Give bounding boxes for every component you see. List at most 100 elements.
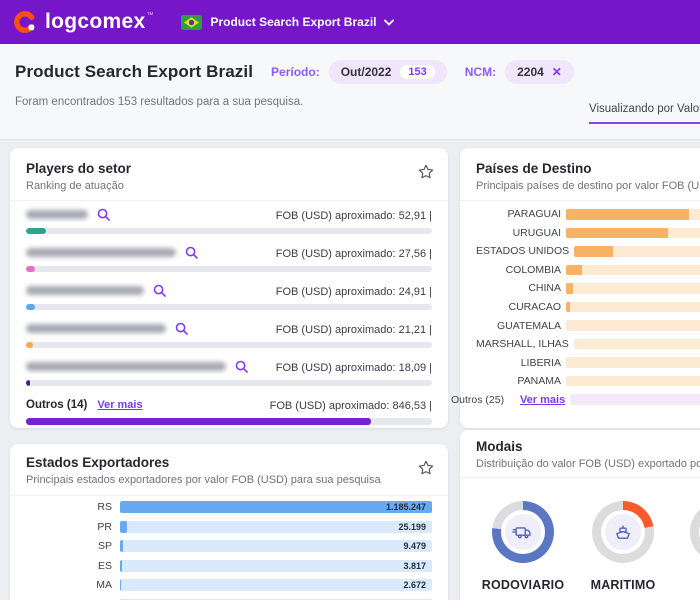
country-bar [574, 246, 700, 257]
state-value: 3.817 [403, 560, 426, 572]
player-row: FOB (USD) aproximado: 52,91| [26, 206, 432, 234]
country-label: URUGUAI [476, 227, 566, 239]
player-bar [26, 304, 432, 310]
state-row: MA2.672 [26, 579, 432, 591]
player-fob-value: FOB (USD) aproximado: 24,91 [276, 286, 426, 298]
country-label: LIBERIA [476, 357, 566, 369]
state-row: ES 3.817 [26, 560, 432, 572]
ver-mais-link[interactable]: Ver mais [97, 399, 142, 411]
country-bar [566, 209, 700, 220]
screen: logcomex ™ Product Search Export Brazil … [0, 0, 700, 600]
page-title: Product Search Export Brazil [15, 62, 253, 82]
country-row: CHINA [476, 279, 700, 298]
country-label: ESTADOS UNIDOS [476, 245, 574, 257]
player-fob-value: FOB (USD) aproximado: 27,56 [276, 248, 426, 260]
donut-rodoviario [492, 501, 554, 563]
search-icon[interactable] [97, 208, 110, 221]
players-subtitle: Ranking de atuação [26, 180, 432, 193]
state-bar: 3.817 [120, 560, 432, 572]
card-paises-de-destino: Países de Destino Principais países de d… [460, 148, 700, 428]
country-label: COLOMBIA [476, 264, 566, 276]
outros-label: Outros (14) [26, 399, 87, 411]
player-name-redacted [26, 324, 166, 333]
state-bar: 1.185.247 [120, 501, 432, 513]
player-row-outros: Outros (14) Ver mais FOB (USD) aproximad… [26, 396, 432, 425]
truck-icon [505, 514, 541, 550]
country-bar [566, 228, 700, 239]
country-label: MARSHALL, ILHAS [476, 338, 574, 350]
country-row: ESTADOS UNIDOS [476, 242, 700, 261]
modal-label-maritimo: MARITIMO [568, 578, 678, 592]
player-fob-value: FOB (USD) aproximado: 21,21 [276, 324, 426, 336]
search-icon[interactable] [185, 246, 198, 259]
country-bar [566, 283, 700, 294]
state-label: SP [26, 540, 120, 552]
player-bar [26, 266, 432, 272]
periodo-label: Período: [271, 65, 320, 79]
player-name-redacted [26, 210, 88, 219]
logcomex-logo: logcomex ™ [14, 10, 153, 34]
clipped-text: | [429, 362, 432, 374]
ncm-remove-icon[interactable]: ✕ [552, 65, 562, 79]
periodo-value: Out/2022 [341, 65, 392, 79]
favorite-star-icon[interactable] [417, 459, 435, 477]
country-bar [566, 265, 700, 276]
country-bar [566, 302, 700, 313]
page-header-bar: Product Search Export Brazil Período: Ou… [0, 44, 700, 140]
country-bar [566, 320, 700, 331]
search-icon[interactable] [235, 360, 248, 373]
card-modais: Modais Distribuição do valor FOB (USD) e… [460, 430, 700, 600]
player-bar [26, 380, 432, 386]
state-label: MA [26, 579, 120, 591]
modal-label-rodoviario: RODOVIARIO [468, 578, 578, 592]
workspace-label: Product Search Export Brazil [210, 15, 376, 29]
app-header: logcomex ™ Product Search Export Brazil [0, 0, 700, 44]
country-label: CHINA [476, 282, 566, 294]
player-row: FOB (USD) aproximado: 21,21| [26, 320, 432, 348]
state-value: 1.185.247 [386, 501, 426, 513]
country-label: PARAGUAI [476, 208, 566, 220]
search-icon[interactable] [175, 322, 188, 335]
state-value: 25.199 [398, 521, 426, 533]
player-bar [26, 342, 432, 348]
clipped-text: | [429, 324, 432, 336]
player-fob-value: FOB (USD) aproximado: 18,09 [276, 362, 426, 374]
state-bar: 25.199 [120, 521, 432, 533]
logo-text: logcomex [45, 10, 145, 34]
player-bar [26, 228, 432, 234]
search-icon[interactable] [153, 284, 166, 297]
player-name-redacted [26, 248, 176, 257]
country-row: GUATEMALA [476, 316, 700, 335]
ship-icon [605, 514, 641, 550]
ver-mais-link[interactable]: Ver mais [520, 394, 565, 406]
country-label: CURACAO [476, 301, 566, 313]
favorite-star-icon[interactable] [417, 163, 435, 181]
players-title: Players do setor [26, 160, 432, 177]
modais-title: Modais [476, 438, 700, 455]
player-row: FOB (USD) aproximado: 18,09| [26, 358, 432, 386]
state-row: RS1.185.247 [26, 501, 432, 513]
player-name-redacted [26, 362, 226, 371]
state-bar: 9.479 [120, 540, 432, 552]
results-summary: Foram encontrados 153 resultados para a … [15, 96, 303, 108]
clipped-text: | [429, 210, 432, 222]
clipped-text: | [429, 248, 432, 260]
logo-trademark: ™ [146, 12, 153, 19]
country-row-outros: Outros (25) Ver mais [476, 390, 700, 409]
state-label: ES [26, 560, 120, 572]
modais-subtitle: Distribuição do valor FOB (USD) exportad… [476, 458, 700, 471]
ncm-chip[interactable]: 2204 ✕ [505, 60, 574, 84]
periodo-chip[interactable]: Out/2022 153 [329, 60, 447, 84]
player-row: FOB (USD) aproximado: 24,91| [26, 282, 432, 310]
card-estados-exportadores: Estados Exportadores Principais estados … [10, 444, 448, 600]
country-bar [574, 339, 700, 350]
workspace-selector[interactable]: Product Search Export Brazil [181, 15, 394, 30]
periodo-count-badge: 153 [400, 65, 434, 79]
player-row: FOB (USD) aproximado: 27,56| [26, 244, 432, 272]
tab-visualizando[interactable]: Visualizando por Valor FOB [589, 103, 700, 124]
state-value: 9.479 [403, 540, 426, 552]
outros-bar [26, 418, 432, 425]
outros-fob-value: FOB (USD) aproximado: 846,53 [270, 400, 427, 412]
country-row: PARAGUAI [476, 205, 700, 224]
clipped-text: | [429, 286, 432, 298]
